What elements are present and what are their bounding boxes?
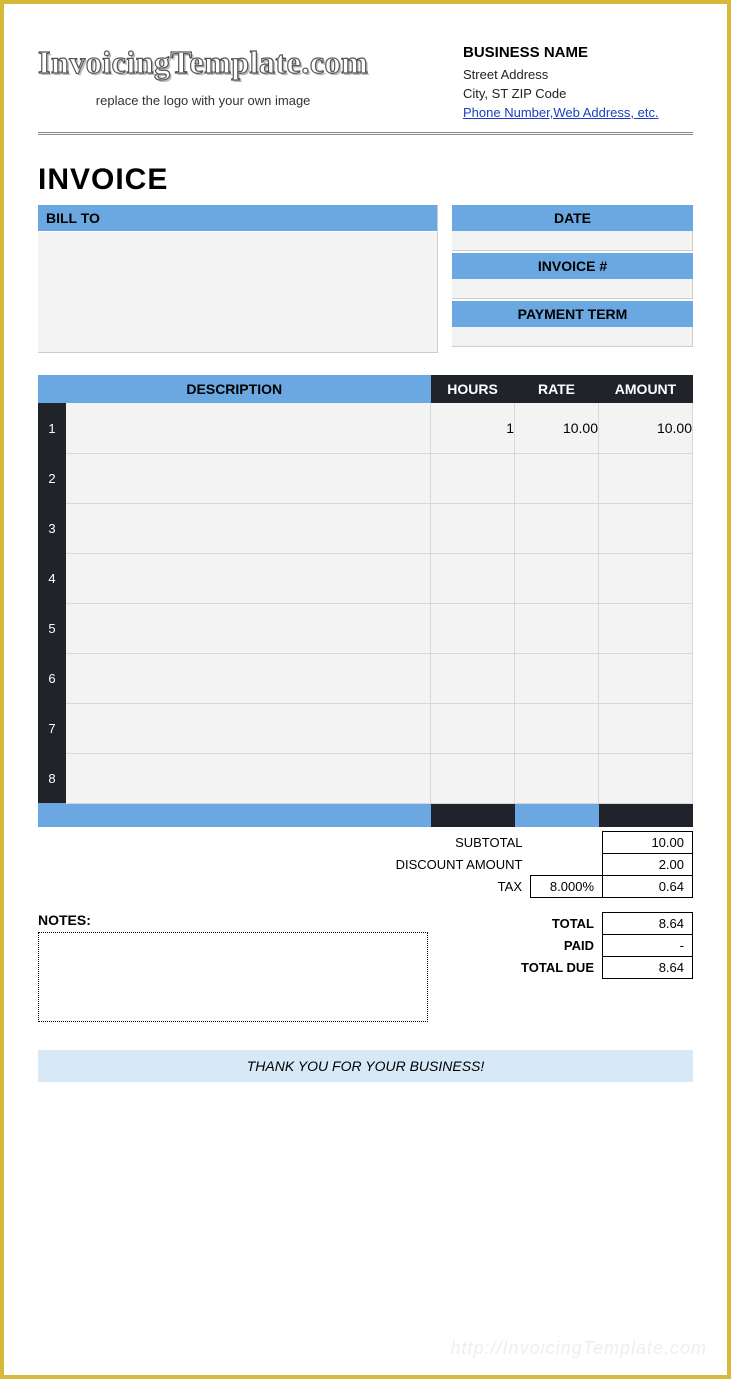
cell-description[interactable]	[66, 653, 431, 703]
cell-description[interactable]	[66, 703, 431, 753]
tax-percent: 8.000%	[531, 876, 603, 898]
cell-description[interactable]	[66, 453, 431, 503]
business-city: City, ST ZIP Code	[463, 86, 693, 101]
subtotals: SUBTOTAL 10.00 DISCOUNT AMOUNT 2.00 TAX …	[38, 831, 693, 898]
col-rate: RATE	[515, 375, 599, 403]
footer-blue	[515, 803, 599, 827]
logo-area: InvoicingTemplate.com replace the logo w…	[38, 44, 368, 108]
logo-caption: replace the logo with your own image	[38, 93, 368, 108]
cell-amount[interactable]	[599, 703, 693, 753]
row-number: 1	[38, 403, 66, 453]
invoice-number-value[interactable]	[452, 279, 693, 299]
divider	[38, 132, 693, 135]
cell-hours[interactable]	[431, 753, 515, 803]
cell-amount[interactable]	[599, 603, 693, 653]
business-contact-link[interactable]: Phone Number,Web Address, etc.	[463, 105, 659, 120]
table-row: 2	[38, 453, 693, 503]
row-number: 5	[38, 603, 66, 653]
tax-value: 0.64	[603, 876, 693, 898]
watermark: http://InvoicingTemplate.com	[451, 1338, 707, 1359]
cell-hours[interactable]: 1	[431, 403, 515, 453]
cell-hours[interactable]	[431, 503, 515, 553]
row-number: 7	[38, 703, 66, 753]
table-row: 7	[38, 703, 693, 753]
bill-to-box: BILL TO	[38, 205, 438, 353]
row-number: 3	[38, 503, 66, 553]
meta-box: DATE INVOICE # PAYMENT TERM	[452, 205, 693, 349]
col-hours: HOURS	[431, 375, 515, 403]
col-description: DESCRIPTION	[38, 375, 431, 403]
business-block: BUSINESS NAME Street Address City, ST ZI…	[463, 44, 693, 120]
cell-amount[interactable]	[599, 753, 693, 803]
cell-hours[interactable]	[431, 453, 515, 503]
business-name: BUSINESS NAME	[463, 44, 693, 61]
cell-description[interactable]	[66, 603, 431, 653]
total-due-label: TOTAL DUE	[483, 957, 603, 979]
total-due-value: 8.64	[603, 957, 693, 979]
cell-description[interactable]	[66, 503, 431, 553]
subtotal-value: 10.00	[603, 832, 693, 854]
discount-label: DISCOUNT AMOUNT	[388, 854, 531, 876]
cell-description[interactable]	[66, 403, 431, 453]
date-value[interactable]	[452, 231, 693, 251]
cell-amount[interactable]	[599, 453, 693, 503]
header: InvoicingTemplate.com replace the logo w…	[38, 44, 693, 120]
table-row: 5	[38, 603, 693, 653]
totals: TOTAL 8.64 PAID - TOTAL DUE 8.64	[483, 912, 694, 979]
table-row: 6	[38, 653, 693, 703]
cell-amount[interactable]	[599, 503, 693, 553]
cell-rate[interactable]	[515, 553, 599, 603]
bill-to-body[interactable]	[38, 232, 437, 352]
cell-rate[interactable]	[515, 753, 599, 803]
date-label: DATE	[452, 205, 693, 231]
row-number: 8	[38, 753, 66, 803]
cell-amount[interactable]	[599, 553, 693, 603]
cell-rate[interactable]	[515, 653, 599, 703]
row-number: 4	[38, 553, 66, 603]
logo-text: InvoicingTemplate.com	[38, 44, 368, 81]
cell-rate[interactable]	[515, 703, 599, 753]
total-value: 8.64	[603, 913, 693, 935]
invoice-number-label: INVOICE #	[452, 253, 693, 279]
thank-you-banner: THANK YOU FOR YOUR BUSINESS!	[38, 1050, 693, 1082]
payment-term-value[interactable]	[452, 327, 693, 347]
cell-hours[interactable]	[431, 703, 515, 753]
total-label: TOTAL	[483, 913, 603, 935]
cell-amount[interactable]: 10.00	[599, 403, 693, 453]
cell-hours[interactable]	[431, 603, 515, 653]
cell-rate[interactable]	[515, 453, 599, 503]
table-row: 4	[38, 553, 693, 603]
cell-rate[interactable]	[515, 503, 599, 553]
footer-dark	[599, 803, 693, 827]
cell-hours[interactable]	[431, 553, 515, 603]
cell-rate[interactable]	[515, 603, 599, 653]
cell-description[interactable]	[66, 753, 431, 803]
footer-blue	[38, 803, 431, 827]
paid-value: -	[603, 935, 693, 957]
cell-rate[interactable]: 10.00	[515, 403, 599, 453]
row-number: 2	[38, 453, 66, 503]
table-row: 1110.0010.00	[38, 403, 693, 453]
col-amount: AMOUNT	[599, 375, 693, 403]
payment-term-label: PAYMENT TERM	[452, 301, 693, 327]
row-number: 6	[38, 653, 66, 703]
bill-to-label: BILL TO	[38, 205, 437, 232]
table-row: 3	[38, 503, 693, 553]
business-street: Street Address	[463, 67, 693, 82]
items-table: DESCRIPTION HOURS RATE AMOUNT 1110.0010.…	[38, 375, 693, 827]
cell-description[interactable]	[66, 553, 431, 603]
discount-value: 2.00	[603, 854, 693, 876]
subtotal-label: SUBTOTAL	[388, 832, 531, 854]
tax-label: TAX	[388, 876, 531, 898]
cell-amount[interactable]	[599, 653, 693, 703]
table-row: 8	[38, 753, 693, 803]
notes-label: NOTES:	[38, 912, 428, 928]
cell-hours[interactable]	[431, 653, 515, 703]
invoice-title: INVOICE	[38, 163, 693, 197]
notes-box[interactable]	[38, 932, 428, 1022]
paid-label: PAID	[483, 935, 603, 957]
footer-dark	[431, 803, 515, 827]
